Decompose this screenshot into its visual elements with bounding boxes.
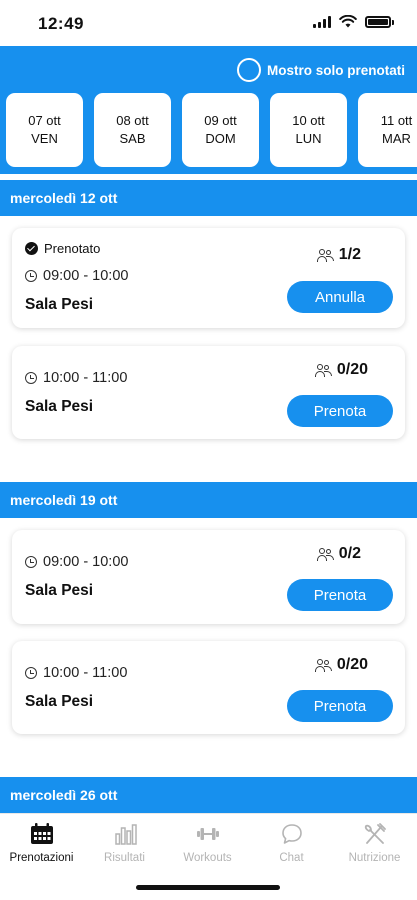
- day-date: 08 ott: [116, 113, 149, 128]
- slot-card[interactable]: 10:00 - 11:00 Sala Pesi 0/20 Prenota: [12, 346, 405, 439]
- slot-room: Sala Pesi: [25, 296, 94, 313]
- cancel-booking-button[interactable]: Annulla: [287, 281, 393, 313]
- day-date: 09 ott: [204, 113, 237, 128]
- day-date: 10 ott: [292, 113, 325, 128]
- section-header: mercoledì 12 ott: [0, 180, 417, 216]
- slot-capacity: 1/2: [316, 246, 361, 264]
- clock-icon: [25, 372, 37, 384]
- booked-label: Prenotato: [44, 241, 101, 256]
- book-button[interactable]: Prenota: [287, 395, 393, 427]
- section-header: mercoledì 19 ott: [0, 482, 417, 518]
- day-date: 11 ott: [380, 113, 413, 128]
- cellular-signal-icon: [313, 15, 331, 28]
- tab-label: Prenotazioni: [9, 852, 74, 864]
- status-icons: [313, 15, 394, 28]
- home-indicator[interactable]: [136, 885, 280, 890]
- chat-bubble-icon: [281, 824, 302, 844]
- people-icon: [314, 658, 332, 672]
- slot-capacity: 0/20: [314, 656, 368, 674]
- slot-time-text: 09:00 - 10:00: [43, 554, 129, 570]
- tab-nutrizione[interactable]: Nutrizione: [333, 822, 416, 864]
- day-weekday: SAB: [119, 131, 146, 146]
- slot-capacity: 0/20: [314, 361, 368, 379]
- radio-circle-icon[interactable]: [237, 58, 261, 82]
- date-header: Mostro solo prenotati 07 ott VEN 08 ott …: [0, 46, 417, 174]
- slot-room: Sala Pesi: [25, 398, 94, 415]
- slot-count: 0/2: [338, 545, 361, 562]
- slot-time-text: 10:00 - 11:00: [43, 665, 128, 681]
- day-weekday: VEN: [31, 131, 58, 146]
- status-bar: 12:49: [0, 0, 417, 46]
- day-weekday: MAR: [382, 131, 411, 146]
- day-card[interactable]: 09 ott DOM: [182, 93, 259, 167]
- day-card[interactable]: 10 ott LUN: [270, 93, 347, 167]
- slot-count: 0/20: [336, 361, 368, 378]
- only-booked-label: Mostro solo prenotati: [267, 62, 405, 78]
- tab-workouts[interactable]: Workouts: [166, 822, 249, 864]
- clock-icon: [25, 667, 37, 679]
- slot-card[interactable]: 10:00 - 11:00 Sala Pesi 0/20 Prenota: [12, 641, 405, 734]
- tab-label: Workouts: [183, 852, 232, 864]
- slot-card[interactable]: 09:00 - 10:00 Sala Pesi 0/2 Prenota: [12, 530, 405, 624]
- wifi-icon: [339, 15, 357, 28]
- bar-chart-icon: [114, 824, 137, 845]
- slot-time: 10:00 - 11:00: [25, 370, 127, 386]
- day-weekday: DOM: [205, 131, 236, 146]
- tab-chat[interactable]: Chat: [250, 822, 333, 864]
- people-icon: [316, 248, 334, 262]
- tab-label: Risultati: [104, 852, 145, 864]
- tab-risultati[interactable]: Risultati: [83, 822, 166, 864]
- day-weekday: LUN: [295, 131, 322, 146]
- slot-time: 09:00 - 10:00: [25, 554, 128, 570]
- battery-icon: [365, 15, 394, 28]
- slot-time: 09:00 - 10:00: [25, 268, 128, 284]
- day-card[interactable]: 11 ott MAR: [358, 93, 417, 167]
- slot-card[interactable]: Prenotato 09:00 - 10:00 Sala Pesi 1/2 An…: [12, 228, 405, 328]
- people-icon: [314, 363, 332, 377]
- slot-capacity: 0/2: [316, 545, 361, 563]
- tab-label: Chat: [279, 852, 304, 864]
- people-icon: [316, 547, 334, 561]
- section-header: mercoledì 26 ott: [0, 777, 417, 813]
- fork-knife-icon: [364, 823, 386, 844]
- check-circle-icon: [25, 242, 38, 255]
- status-time: 12:49: [38, 14, 84, 33]
- tab-label: Nutrizione: [348, 852, 401, 864]
- clock-icon: [25, 270, 37, 282]
- day-strip[interactable]: 07 ott VEN 08 ott SAB 09 ott DOM 10 ott …: [6, 93, 417, 167]
- slot-room: Sala Pesi: [25, 582, 94, 599]
- day-date: 07 ott: [28, 113, 61, 128]
- tab-prenotazioni[interactable]: Prenotazioni: [0, 822, 83, 864]
- day-card[interactable]: 08 ott SAB: [94, 93, 171, 167]
- only-booked-toggle[interactable]: Mostro solo prenotati: [237, 58, 405, 82]
- slot-count: 0/20: [336, 656, 368, 673]
- booked-tag: Prenotato: [25, 241, 100, 256]
- day-card[interactable]: 07 ott VEN: [6, 93, 83, 167]
- book-button[interactable]: Prenota: [287, 579, 393, 611]
- slot-time: 10:00 - 11:00: [25, 665, 127, 681]
- slot-room: Sala Pesi: [25, 693, 94, 710]
- slot-count: 1/2: [338, 246, 361, 263]
- calendar-icon: [30, 823, 53, 844]
- slot-time-text: 09:00 - 10:00: [43, 268, 129, 284]
- book-button[interactable]: Prenota: [287, 690, 393, 722]
- slot-time-text: 10:00 - 11:00: [43, 370, 128, 386]
- clock-icon: [25, 556, 37, 568]
- dumbbell-icon: [196, 828, 219, 840]
